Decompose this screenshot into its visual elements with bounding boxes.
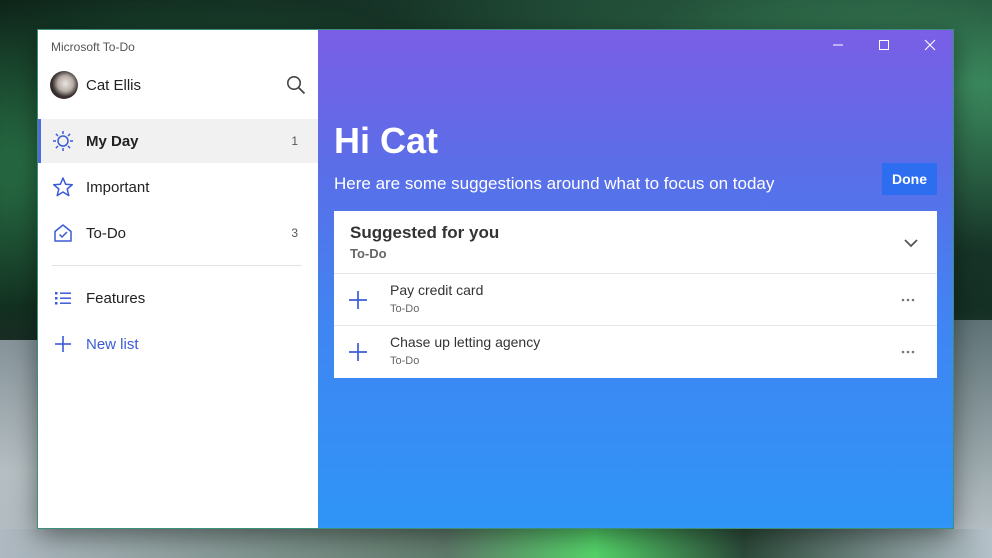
new-list-button[interactable]: New list: [38, 322, 318, 366]
task-list-name: To-Do: [390, 303, 420, 315]
suggestions-subtitle: Here are some suggestions around what to…: [334, 174, 775, 193]
close-icon: [924, 39, 936, 51]
search-icon: [287, 76, 306, 95]
sun-icon: [52, 130, 74, 152]
suggestions-list-name: To-Do: [350, 246, 387, 261]
sidebar-item-my-day[interactable]: My Day 1: [38, 119, 318, 163]
sidebar-nav: My Day 1 Important To-Do 3 Features New …: [38, 119, 318, 368]
add-task-button[interactable]: [346, 288, 370, 312]
maximize-button[interactable]: [861, 30, 907, 60]
sidebar-item-to-do[interactable]: To-Do 3: [38, 211, 318, 255]
divider: [52, 265, 302, 266]
minimize-icon: [833, 44, 843, 46]
main-panel: Hi Cat Here are some suggestions around …: [318, 30, 953, 528]
house-check-icon: [52, 222, 74, 244]
search-button[interactable]: [284, 73, 308, 97]
sidebar-item-label: Important: [86, 178, 150, 196]
avatar[interactable]: [50, 71, 78, 99]
star-icon: [52, 176, 74, 198]
sidebar-item-features[interactable]: Features: [38, 276, 318, 320]
task-count: 3: [291, 226, 298, 240]
plus-icon: [349, 343, 367, 361]
task-title: Pay credit card: [390, 282, 484, 298]
app-title: Microsoft To-Do: [51, 40, 135, 54]
suggestions-title: Suggested for you: [350, 223, 500, 242]
app-window: Microsoft To-Do Cat Ellis My Day 1 Impor…: [37, 29, 954, 529]
task-count: 1: [291, 134, 298, 148]
plus-icon: [349, 291, 367, 309]
user-name[interactable]: Cat Ellis: [86, 77, 141, 94]
task-title: Chase up letting agency: [390, 334, 541, 350]
task-list-name: To-Do: [390, 355, 420, 367]
add-task-button[interactable]: [346, 340, 370, 364]
new-list-label: New list: [86, 335, 139, 353]
sidebar-item-label: Features: [86, 289, 146, 307]
maximize-icon: [879, 40, 889, 50]
suggested-task[interactable]: Pay credit card To-Do: [334, 274, 937, 326]
ellipsis-icon: [901, 350, 915, 354]
window-controls: [815, 30, 953, 60]
suggestions-header[interactable]: Suggested for you To-Do: [334, 211, 937, 274]
suggested-task[interactable]: Chase up letting agency To-Do: [334, 326, 937, 378]
desktop-ground: [0, 529, 992, 558]
more-options-button[interactable]: [897, 292, 919, 308]
suggestions-panel: Suggested for you To-Do Pay credit card …: [334, 211, 937, 378]
sidebar-item-label: To-Do: [86, 224, 127, 242]
close-button[interactable]: [907, 30, 953, 60]
more-options-button[interactable]: [897, 344, 919, 360]
user-profile[interactable]: Cat Ellis: [50, 70, 308, 100]
done-button[interactable]: Done: [882, 163, 937, 195]
desktop-snow-right: [954, 320, 992, 558]
list-icon: [52, 287, 74, 309]
sidebar: Microsoft To-Do Cat Ellis My Day 1 Impor…: [38, 30, 318, 528]
plus-icon: [52, 333, 74, 355]
minimize-button[interactable]: [815, 30, 861, 60]
sidebar-item-important[interactable]: Important: [38, 165, 318, 209]
chevron-down-icon[interactable]: [903, 235, 919, 251]
desktop-snow-left: [0, 340, 40, 558]
greeting-heading: Hi Cat: [334, 120, 439, 161]
sidebar-item-label: My Day: [86, 132, 139, 150]
ellipsis-icon: [901, 298, 915, 302]
